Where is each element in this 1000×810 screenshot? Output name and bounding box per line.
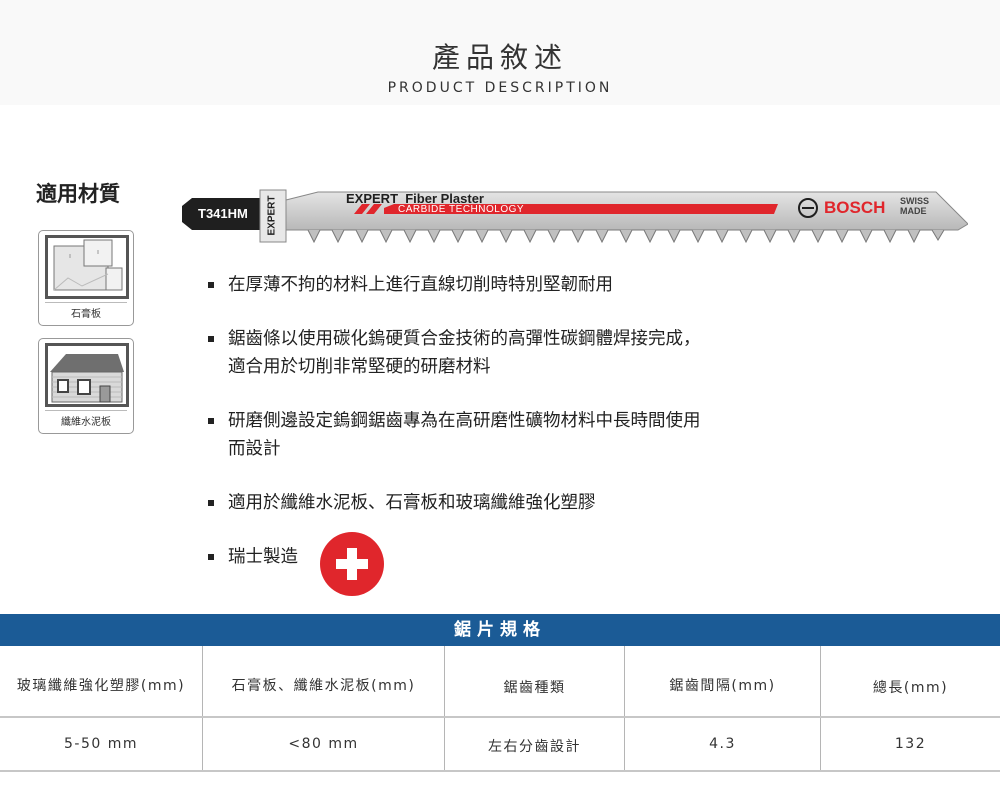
value-cell: 4.3 (709, 736, 736, 752)
page-title: 產品敘述 (431, 41, 568, 74)
feature-text: 鋸齒條以使用碳化鎢硬質合金技術的高彈性碳鋼體焊接完成， (228, 329, 701, 349)
header-cell: 鋸齒種類 (503, 680, 566, 696)
blade-model-label: T341HM (198, 206, 248, 221)
feature-text: 適用於纖維水泥板、石膏板和玻璃纖維強化塑膠 (228, 493, 596, 513)
material-card-fiber-cement: 纖維水泥板 (38, 338, 134, 434)
feature-text: 在厚薄不拘的材料上進行直線切削時特別堅韌耐用 (228, 275, 613, 295)
feature-text-continued: 而設計 (228, 439, 281, 459)
value-cell: 左右分齒設計 (488, 739, 581, 755)
feature-text: 研磨側邊設定鎢鋼鋸齒專為在高研磨性礦物材料中長時間使用 (228, 411, 701, 431)
blade-tech-label: CARBIDE TECHNOLOGY (398, 204, 525, 215)
bullet-dot (208, 554, 214, 560)
header-cell: 鋸齒間隔(mm) (669, 678, 776, 694)
swiss-made-line1: SWISS (900, 196, 930, 206)
material-label: 石膏板 (71, 309, 101, 320)
value-cell: 5-50 mm (64, 736, 138, 752)
bullet-dot (208, 500, 214, 506)
materials-title: 適用材質 (36, 182, 120, 206)
table-row: 5-50 mm <80 mm 左右分齒設計 4.3 132 (0, 718, 1000, 770)
blade-expert-vertical: EXPERT (266, 195, 278, 236)
material-label: 纖維水泥板 (61, 417, 111, 428)
header-cell: 石膏板、纖維水泥板(mm) (231, 678, 416, 694)
bullet-dot (208, 282, 214, 288)
bullet-dot (208, 418, 214, 424)
page-header: 產品敘述 PRODUCT DESCRIPTION (0, 0, 1000, 105)
saw-blade-image: T341HM EXPERT EXPERT Fiber Plaster CARBI… (178, 184, 969, 246)
bullet-dot (208, 336, 214, 342)
spec-title-bar: 鋸片規格 (0, 614, 1000, 646)
feature-text-continued: 適合用於切削非常堅硬的研磨材料 (228, 357, 491, 377)
feature-text: 瑞士製造 (228, 547, 298, 567)
header-cell: 總長(mm) (872, 680, 949, 696)
table-header-row: 玻璃纖維強化塑膠(mm) 石膏板、纖維水泥板(mm) 鋸齒種類 鋸齒間隔(mm)… (0, 646, 1000, 716)
swiss-made-line2: MADE (900, 206, 927, 216)
page-subtitle: PRODUCT DESCRIPTION (387, 80, 613, 96)
fiber-cement-house-icon (45, 343, 129, 407)
bosch-logo-text: BOSCH (824, 198, 886, 217)
value-cell: <80 mm (288, 736, 359, 752)
material-card-gypsum: 石膏板 (38, 230, 134, 326)
gypsum-board-icon (45, 235, 129, 299)
value-cell: 132 (894, 736, 927, 752)
swiss-cross-icon (320, 532, 384, 596)
card-divider (45, 410, 127, 411)
header-cell: 玻璃纖維強化塑膠(mm) (16, 678, 186, 694)
card-divider (45, 302, 127, 303)
